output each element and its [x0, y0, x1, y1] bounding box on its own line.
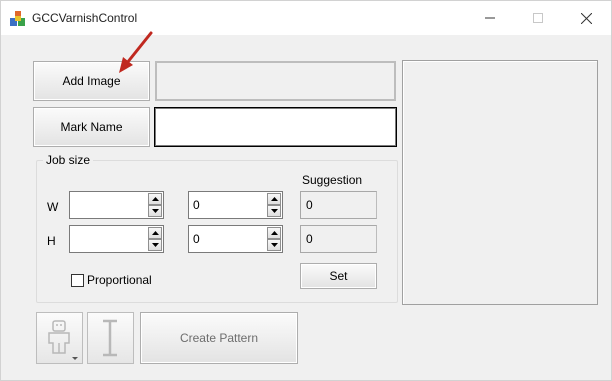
width-input-1[interactable] — [69, 191, 164, 219]
maximize-button[interactable] — [515, 1, 561, 35]
image-name-field — [155, 61, 396, 101]
job-size-label: Job size — [43, 153, 94, 167]
width-label: W — [47, 200, 59, 214]
suggestion-width-field: 0 — [300, 191, 377, 219]
arrow-down-icon — [151, 209, 159, 213]
arrow-down-icon — [151, 243, 159, 247]
arrow-up-icon — [151, 231, 159, 235]
minimize-button[interactable] — [467, 1, 513, 35]
app-logo-icon — [10, 11, 26, 27]
proportional-checkbox[interactable] — [71, 274, 84, 287]
spin-down-button[interactable] — [267, 205, 281, 217]
width-input-2[interactable]: 0 — [188, 191, 283, 219]
height-label: H — [47, 234, 56, 248]
app-window: GCCVarnishControl Add Image Mark Name Jo… — [0, 0, 612, 381]
suggestion-label: Suggestion — [302, 173, 363, 187]
text-tool-button[interactable] — [87, 312, 134, 364]
spin-up-button[interactable] — [148, 193, 162, 205]
arrow-down-icon — [270, 209, 278, 213]
height-input-1[interactable] — [69, 225, 164, 253]
proportional-label: Proportional — [87, 273, 152, 287]
set-button[interactable]: Set — [300, 263, 377, 289]
set-label: Set — [329, 269, 348, 283]
create-pattern-label: Create Pattern — [179, 331, 259, 345]
title-bar: GCCVarnishControl — [1, 1, 611, 35]
minimize-icon — [485, 17, 495, 19]
image-preview-panel — [402, 60, 598, 305]
spin-down-button[interactable] — [148, 239, 162, 251]
spin-up-button[interactable] — [267, 193, 281, 205]
mark-name-input[interactable] — [154, 107, 397, 147]
text-cursor-icon — [103, 319, 117, 357]
spin-up-button[interactable] — [148, 227, 162, 239]
maximize-icon — [533, 13, 543, 23]
height-input-2[interactable]: 0 — [188, 225, 283, 253]
spin-up-button[interactable] — [267, 227, 281, 239]
mark-name-button[interactable]: Mark Name — [33, 107, 150, 147]
spin-down-button[interactable] — [267, 239, 281, 251]
robot-dropdown-icon — [48, 320, 78, 360]
arrow-up-icon — [270, 197, 278, 201]
close-icon — [580, 12, 592, 24]
create-pattern-button[interactable]: Create Pattern — [140, 312, 298, 364]
suggestion-height-field: 0 — [300, 225, 377, 253]
close-button[interactable] — [563, 1, 609, 35]
arrow-up-icon — [270, 231, 278, 235]
mark-name-label: Mark Name — [60, 120, 123, 134]
annotation-arrow — [119, 31, 153, 73]
arrow-down-icon — [270, 243, 278, 247]
robot-dropdown-button[interactable] — [36, 312, 83, 364]
spin-down-button[interactable] — [148, 205, 162, 217]
arrow-up-icon — [151, 197, 159, 201]
window-title: GCCVarnishControl — [32, 11, 138, 25]
